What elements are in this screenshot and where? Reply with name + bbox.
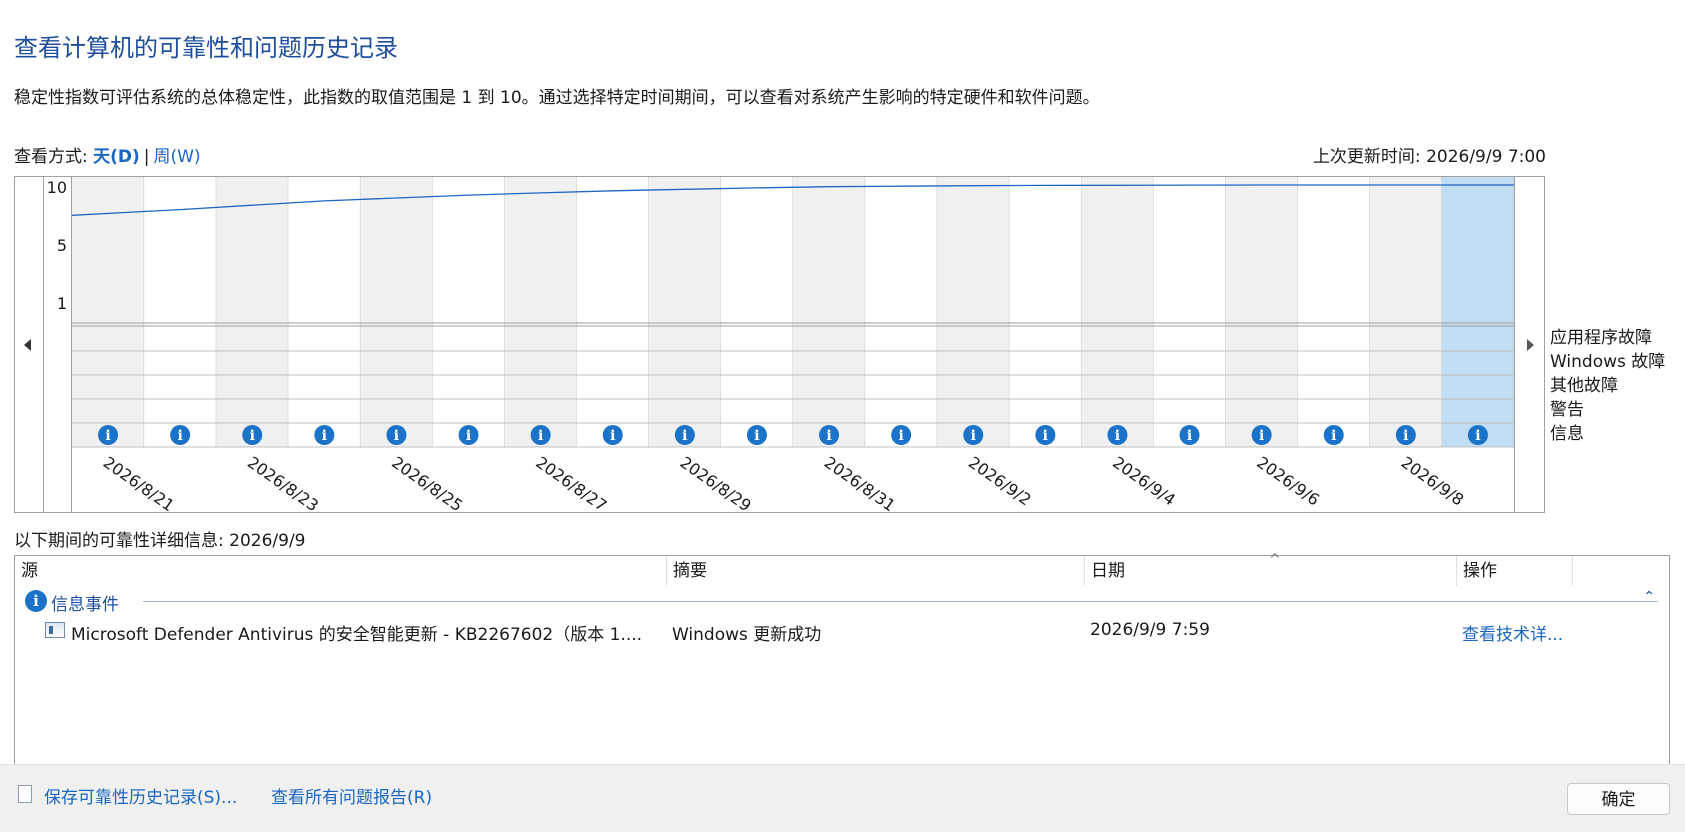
- day-column[interactable]: [432, 177, 505, 447]
- day-column[interactable]: [793, 177, 866, 447]
- column-header-action[interactable]: 操作: [1457, 556, 1573, 586]
- sort-ascending-icon: ^: [1269, 552, 1281, 568]
- info-icon-glyph: i: [610, 428, 615, 444]
- category-misc-failures: 其他故障: [1550, 376, 1618, 396]
- collapse-group-icon[interactable]: ⌃: [1643, 589, 1655, 605]
- info-icon-glyph: i: [682, 428, 687, 444]
- info-icon-glyph: i: [1259, 428, 1264, 444]
- ok-button[interactable]: 确定: [1567, 783, 1670, 815]
- info-icon: i: [25, 590, 47, 612]
- info-icon-glyph: i: [394, 428, 399, 444]
- row-source: Microsoft Defender Antivirus 的安全智能更新 - K…: [71, 625, 643, 645]
- column-header-source[interactable]: 源: [15, 556, 667, 586]
- x-tick-label: 2026/9/6: [1253, 453, 1323, 510]
- category-windows-failures: Windows 故障: [1550, 352, 1666, 372]
- info-icon-glyph: i: [1331, 428, 1336, 444]
- group-divider: [143, 601, 1658, 602]
- x-tick-label: 2026/9/8: [1398, 453, 1468, 510]
- arrow-right-icon: [1527, 339, 1534, 351]
- info-icon-glyph: i: [466, 428, 471, 444]
- day-column[interactable]: [937, 177, 1010, 447]
- info-icon-glyph: i: [754, 428, 759, 444]
- chart-plot-area[interactable]: i i i i i i i i i i i i i i i i i i i i 2026/8/21 2026/8/23 20…: [72, 177, 1514, 512]
- x-tick-label: 2026/9/4: [1109, 453, 1179, 510]
- chart-scroll-right-button[interactable]: [1514, 176, 1545, 513]
- info-icon-glyph: i: [322, 428, 327, 444]
- arrow-left-icon: [24, 339, 31, 351]
- info-icon-glyph: i: [1187, 428, 1192, 444]
- x-tick-label: 2026/9/2: [965, 453, 1035, 510]
- view-mode-selector: 查看方式: 天(D) | 周(W): [14, 142, 201, 167]
- info-icon-glyph: i: [826, 428, 831, 444]
- day-column[interactable]: [504, 177, 577, 447]
- view-all-problem-reports-link[interactable]: 查看所有问题报告(R): [271, 783, 432, 808]
- stability-y-axis: 10 5 1: [44, 176, 72, 513]
- update-document-icon: [45, 622, 65, 638]
- last-updated-text: 上次更新时间: 2026/9/9 7:00: [1312, 147, 1546, 167]
- group-row-info-events[interactable]: i 信息事件 ⌃: [23, 588, 1663, 615]
- info-icon-glyph: i: [1043, 428, 1048, 444]
- y-tick-label: 5: [56, 236, 67, 255]
- row-summary: Windows 更新成功: [672, 625, 822, 645]
- info-icon-glyph: i: [250, 428, 255, 444]
- category-information: 信息: [1550, 424, 1584, 444]
- category-warnings: 警告: [1550, 400, 1584, 420]
- day-column[interactable]: [216, 177, 289, 447]
- day-column[interactable]: [865, 177, 938, 447]
- save-reliability-history-link[interactable]: 保存可靠性历史记录(S)...: [44, 783, 237, 808]
- copy-document-icon: [18, 782, 36, 803]
- info-icon-glyph: i: [177, 428, 182, 444]
- day-column[interactable]: [720, 177, 793, 447]
- day-column[interactable]: [1009, 177, 1082, 447]
- day-column[interactable]: [288, 177, 361, 447]
- view-by-day-link[interactable]: 天(D): [93, 147, 140, 167]
- day-column[interactable]: [1297, 177, 1370, 447]
- info-icon-glyph: i: [105, 428, 110, 444]
- view-mode-label: 查看方式:: [14, 147, 94, 167]
- details-title: 以下期间的可靠性详细信息: 2026/9/9: [14, 531, 306, 551]
- x-tick-label: 2026/8/27: [532, 453, 610, 512]
- view-technical-details-link[interactable]: 查看技术详...: [1462, 620, 1572, 645]
- x-tick-label: 2026/8/23: [244, 453, 322, 512]
- event-category-legend: 应用程序故障 Windows 故障 其他故障 警告 信息: [1550, 326, 1665, 446]
- row-date: 2026/9/9 7:59: [1090, 620, 1210, 640]
- day-column[interactable]: [72, 177, 145, 447]
- group-label: 信息事件: [51, 595, 119, 615]
- details-table: 源 摘要 日期 操作 ^ i 信息事件 ⌃ Microsoft Defender…: [14, 552, 1670, 765]
- page-description: 稳定性指数可评估系统的总体稳定性，此指数的取值范围是 1 到 10。通过选择特定…: [14, 88, 1100, 108]
- day-column[interactable]: [1441, 177, 1514, 447]
- view-by-week-link[interactable]: 周(W): [154, 147, 201, 167]
- day-column[interactable]: [1369, 177, 1442, 447]
- x-tick-label: 2026/8/31: [821, 453, 899, 512]
- info-icon-glyph: i: [1115, 428, 1120, 444]
- info-icon-glyph: i: [1475, 428, 1480, 444]
- info-icon-glyph: i: [971, 428, 976, 444]
- info-icon-glyph: i: [1403, 428, 1408, 444]
- day-column[interactable]: [1153, 177, 1226, 447]
- y-tick-label: 10: [46, 178, 67, 197]
- day-column[interactable]: [576, 177, 649, 447]
- view-mode-separator: |: [143, 147, 150, 167]
- day-column[interactable]: [144, 177, 217, 447]
- column-header-summary[interactable]: 摘要: [667, 556, 1085, 586]
- day-column[interactable]: [1081, 177, 1154, 447]
- page-title: 查看计算机的可靠性和问题历史记录: [14, 34, 398, 62]
- y-tick-label: 1: [56, 294, 67, 313]
- day-column[interactable]: [360, 177, 433, 447]
- x-tick-label: 2026/8/29: [677, 453, 755, 512]
- day-column[interactable]: [1225, 177, 1298, 447]
- info-icon-glyph: i: [898, 428, 903, 444]
- x-tick-label: 2026/8/25: [388, 453, 466, 512]
- chart-scroll-left-button[interactable]: [14, 176, 44, 513]
- day-column[interactable]: [648, 177, 721, 447]
- x-tick-label: 2026/8/21: [100, 453, 178, 512]
- table-row[interactable]: Microsoft Defender Antivirus 的安全智能更新 - K…: [15, 616, 1669, 646]
- category-app-failures: 应用程序故障: [1550, 328, 1652, 348]
- footer-bar: 保存可靠性历史记录(S)... 查看所有问题报告(R) 确定: [0, 764, 1685, 832]
- info-icon-glyph: i: [538, 428, 543, 444]
